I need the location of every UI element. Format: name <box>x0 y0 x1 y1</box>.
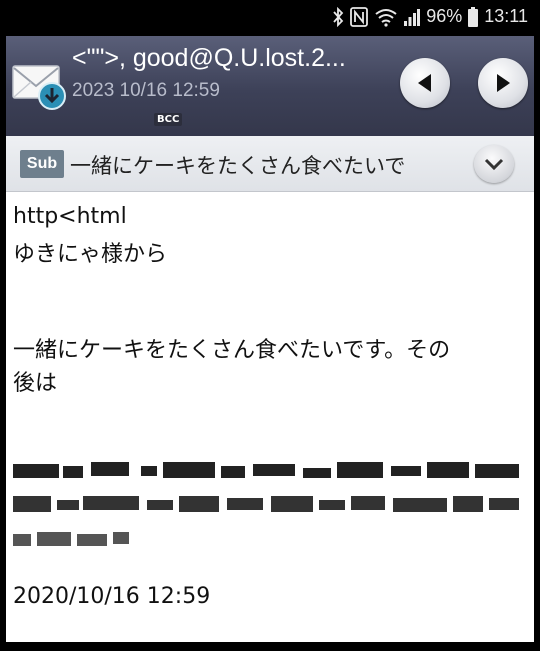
bluetooth-icon <box>332 6 344 27</box>
arrow-right-icon <box>497 74 510 92</box>
bcc-badge: BCC <box>154 113 183 126</box>
sender-title: <"">, good@Q.U.lost.2... <box>72 44 346 72</box>
chevron-down-icon <box>484 158 504 171</box>
subject-bar: Sub 一緒にケーキをたくさん食べたいで <box>6 136 534 192</box>
next-mail-button[interactable] <box>478 58 528 108</box>
body-line: 一緒にケーキをたくさん食べたいです。その <box>13 338 451 363</box>
status-bar: 96% 13:11 <box>0 0 540 36</box>
mail-date: 2023 10/16 12:59 <box>72 80 220 101</box>
footer-date: 2020/10/16 12:59 <box>13 584 211 609</box>
redacted-text-block <box>13 496 519 512</box>
redacted-text-block <box>13 462 519 478</box>
received-mail-icon <box>12 64 70 110</box>
clock: 13:11 <box>484 6 528 26</box>
subject-badge: Sub <box>20 150 64 178</box>
expand-subject-button[interactable] <box>474 145 514 183</box>
body-line: ゆきにゃ様から <box>13 242 168 267</box>
signal-icon <box>404 8 421 26</box>
subject-text: 一緒にケーキをたくさん食べたいで <box>70 154 406 178</box>
mail-header: <"">, good@Q.U.lost.2... 2023 10/16 12:5… <box>6 36 534 136</box>
wifi-icon <box>374 7 398 27</box>
message-body: http<html ゆきにゃ様から 一緒にケーキをたくさん食べたいです。その 後… <box>6 192 534 642</box>
arrow-left-icon <box>418 74 431 92</box>
redacted-text-block <box>13 532 129 546</box>
body-line: 後は <box>13 371 58 396</box>
nfc-icon <box>350 6 369 27</box>
battery-icon <box>468 6 479 27</box>
body-line: http<html <box>13 204 127 229</box>
previous-mail-button[interactable] <box>400 58 450 108</box>
battery-percent: 96% <box>426 6 463 26</box>
